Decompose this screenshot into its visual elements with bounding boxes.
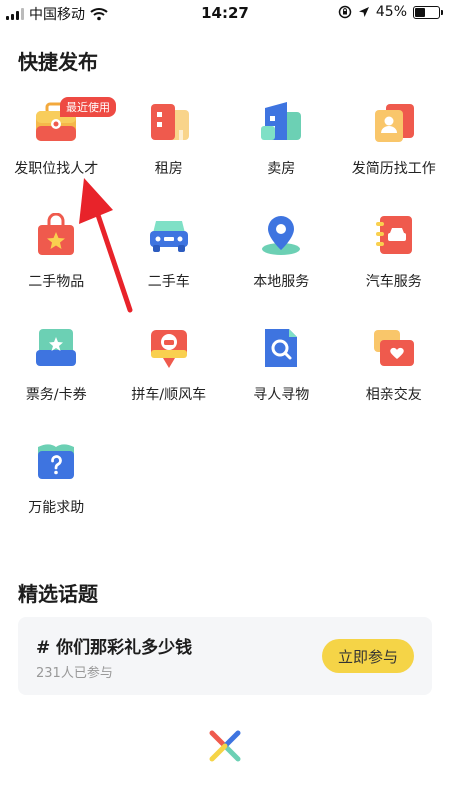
search-document-icon <box>259 326 303 370</box>
car-service-book-icon <box>372 213 416 257</box>
item-label: 本地服务 <box>253 274 310 290</box>
item-label: 二手物品 <box>28 274 85 290</box>
topic-participants: 231人已参与 <box>36 666 113 681</box>
item-label: 拼车/顺风车 <box>131 387 207 403</box>
lost-found-item[interactable]: 寻人寻物 <box>225 318 338 431</box>
close-icon[interactable] <box>207 728 243 764</box>
help-item[interactable]: 万能求助 <box>0 431 113 544</box>
item-label: 二手车 <box>147 274 190 290</box>
recent-badge: 最近使用 <box>60 97 116 117</box>
rent-item[interactable]: 租房 <box>113 92 226 205</box>
status-right: 45% <box>338 4 443 20</box>
rent-house-icon <box>147 100 191 144</box>
ticket-icon <box>34 326 78 370</box>
item-label: 万能求助 <box>28 500 85 516</box>
carpool-item[interactable]: 拼车/顺风车 <box>113 318 226 431</box>
topic-title: # 你们那彩礼多少钱 <box>36 638 193 658</box>
item-label: 票务/卡券 <box>25 387 87 403</box>
car-service-item[interactable]: 汽车服务 <box>338 205 450 318</box>
dating-item[interactable]: 相亲交友 <box>338 318 450 431</box>
item-label: 发职位找人才 <box>14 161 99 177</box>
sell-house-icon <box>259 100 303 144</box>
sell-house-item[interactable]: 卖房 <box>225 92 338 205</box>
location-pin-icon <box>259 213 303 257</box>
quick-post-title: 快捷发布 <box>18 50 98 74</box>
shopping-bag-icon <box>34 213 78 257</box>
item-label: 发简历找工作 <box>351 161 436 177</box>
status-bar: 中国移动 14:27 45% <box>0 0 450 26</box>
local-service-item[interactable]: 本地服务 <box>225 205 338 318</box>
location-arrow-icon <box>358 7 369 17</box>
quick-post-grid: 最近使用 发职位找人才 租房 卖房 发简历找工作 二手物品 二手车 本地服务 汽… <box>0 92 450 544</box>
rotation-lock-icon <box>338 5 352 19</box>
join-button[interactable]: 立即参与 <box>322 639 414 673</box>
resume-icon <box>372 100 416 144</box>
used-car-item[interactable]: 二手车 <box>113 205 226 318</box>
post-job-item[interactable]: 最近使用 发职位找人才 <box>0 92 116 205</box>
car-icon <box>147 213 191 257</box>
second-hand-goods-item[interactable]: 二手物品 <box>0 205 113 318</box>
topics-title: 精选话题 <box>18 582 98 606</box>
item-label: 汽车服务 <box>365 274 422 290</box>
heart-chat-icon <box>372 326 416 370</box>
topic-card[interactable]: # 你们那彩礼多少钱 231人已参与 立即参与 <box>18 617 432 695</box>
item-label: 租房 <box>154 161 183 177</box>
item-label: 寻人寻物 <box>253 387 310 403</box>
tickets-item[interactable]: 票务/卡券 <box>0 318 113 431</box>
resume-item[interactable]: 发简历找工作 <box>338 92 450 205</box>
item-label: 卖房 <box>267 161 296 177</box>
battery-percent: 45% <box>375 4 407 20</box>
battery-icon <box>413 5 443 19</box>
carpool-pin-icon <box>147 326 191 370</box>
item-label: 相亲交友 <box>365 387 422 403</box>
question-book-icon <box>34 439 78 483</box>
